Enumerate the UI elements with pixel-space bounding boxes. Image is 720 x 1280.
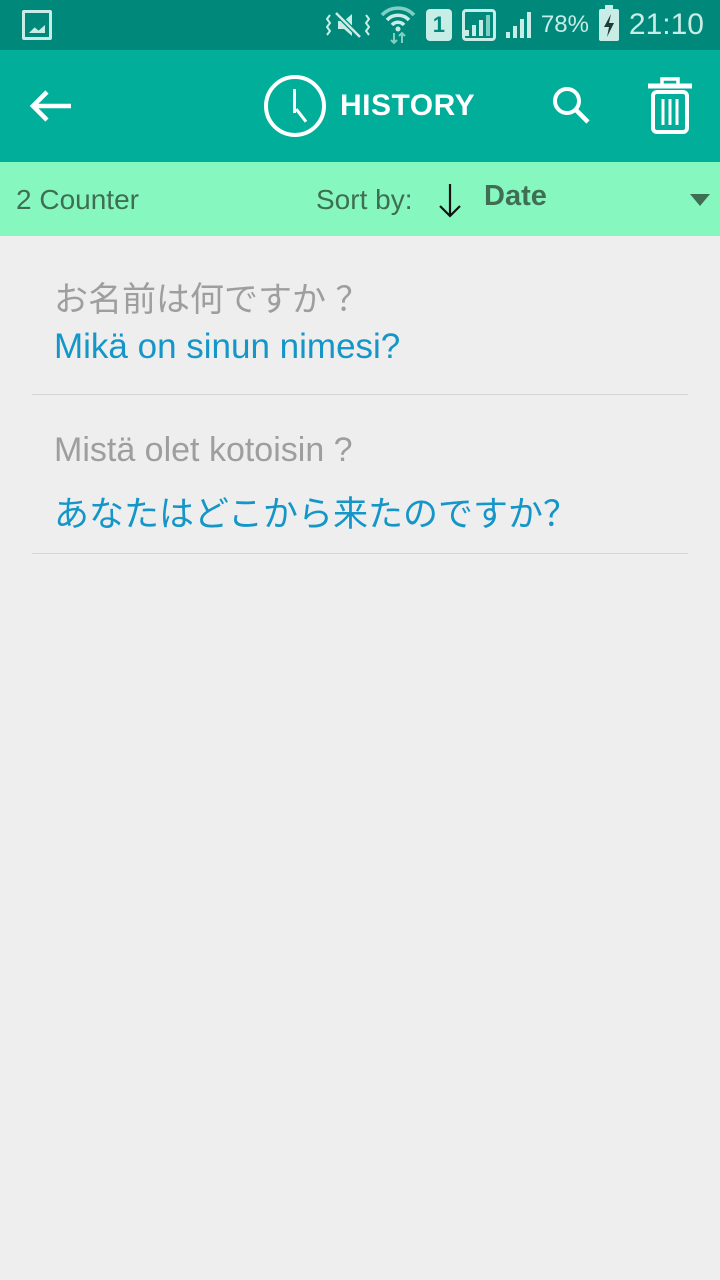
back-button[interactable] (24, 80, 76, 132)
search-button[interactable] (548, 82, 596, 130)
history-item[interactable]: Mistä olet kotoisin ? あなたはどこから来たのですか？ (0, 395, 720, 554)
vibrate-mute-icon (325, 9, 370, 41)
status-bar: 1 78% 21:10 (0, 0, 720, 50)
image-notification-icon (22, 10, 52, 40)
source-text: お名前は何ですか ？ (54, 281, 370, 319)
clock-time: 21:10 (628, 8, 704, 41)
clock-icon (264, 75, 326, 137)
signal-icon (505, 12, 531, 38)
arrow-left-icon (29, 90, 71, 122)
translation-text: Mikä on sinun nimesi? (54, 327, 401, 366)
page-title: HISTORY (340, 89, 476, 122)
history-counter: 2 Counter (16, 184, 139, 215)
app-bar: HISTORY (0, 50, 720, 162)
translation-text: あなたはどこから来たのですか？ (54, 495, 578, 534)
battery-charging-icon (598, 5, 619, 41)
sort-value: Date (484, 180, 547, 212)
title-group: HISTORY (264, 74, 475, 138)
search-icon (553, 87, 590, 124)
source-text: Mistä olet kotoisin ? (54, 431, 353, 469)
delete-all-button[interactable] (644, 76, 696, 136)
dropdown-triangle-icon (690, 194, 710, 206)
history-item[interactable]: お名前は何ですか ？ Mikä on sinun nimesi? (0, 236, 720, 395)
sort-bar: 2 Counter Sort by: Date (0, 162, 720, 236)
sort-by-label: Sort by: (316, 184, 413, 215)
battery-percent: 78% (540, 11, 589, 38)
sim-1-icon: 1 (425, 9, 452, 41)
trash-icon (648, 77, 692, 134)
divider (32, 553, 688, 554)
signal-icon (461, 9, 496, 41)
history-list: お名前は何ですか ？ Mikä on sinun nimesi? Mistä o… (0, 236, 720, 554)
status-icons: 1 78% 21:10 (325, 0, 704, 50)
wifi-icon (380, 5, 416, 45)
sort-direction-arrow-down-icon[interactable] (436, 182, 464, 218)
